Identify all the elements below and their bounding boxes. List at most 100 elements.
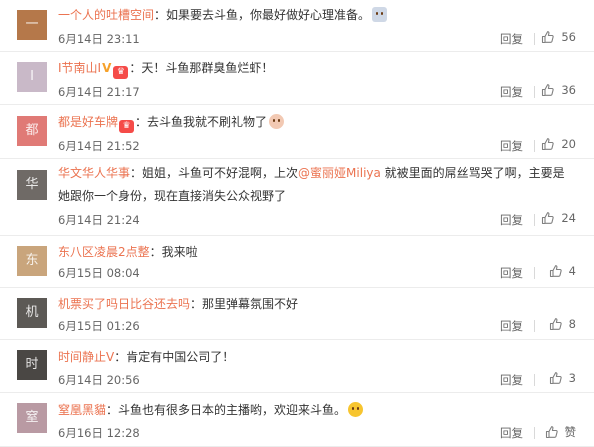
colon-separator: ：: [129, 61, 142, 75]
avatar-initial: 华: [25, 177, 39, 192]
thumbs-up-icon: [549, 265, 562, 278]
thumbs-up-icon: [549, 318, 562, 331]
username-link[interactable]: 窒凰黑貓: [58, 403, 106, 417]
avatar[interactable]: 一: [17, 10, 47, 40]
like-count: 24: [561, 211, 576, 225]
avatar[interactable]: 窒: [17, 403, 47, 433]
reply-button[interactable]: 回复: [500, 318, 523, 334]
colon-separator: ：: [190, 297, 203, 311]
comment-text: 华文华人华事：姐姐，斗鱼可不好混啊，上次@蜜丽娅Miliya 就被里面的屌丝骂哭…: [58, 162, 576, 208]
avatar-initial: 一: [25, 17, 39, 32]
reply-button[interactable]: 回复: [500, 31, 523, 47]
like-button[interactable]: 3: [549, 371, 576, 385]
comment-timestamp: 6月14日 21:17: [58, 85, 140, 99]
colon-separator: ：: [114, 350, 127, 364]
reply-button[interactable]: 回复: [500, 212, 523, 228]
thumbs-up-icon: [542, 138, 555, 151]
username-link[interactable]: I节南山I: [58, 61, 101, 75]
comment-item: 机 机票买了吗日比谷还去吗：那里弹幕氛围不好 6月15日 01:26 回复 8: [0, 288, 594, 340]
person-emoji-icon: [372, 7, 388, 22]
like-count: 56: [561, 30, 576, 44]
avatar[interactable]: 华: [17, 170, 47, 200]
comment-content: 斗鱼也有很多日本的主播哟，欢迎来斗鱼。: [118, 403, 347, 417]
comment-text: 机票买了吗日比谷还去吗：那里弹幕氛围不好: [58, 293, 576, 316]
colon-separator: ：: [106, 403, 119, 417]
divider: [534, 214, 535, 226]
avatar-initial: 东: [25, 253, 39, 268]
comment-timestamp: 6月14日 21:52: [58, 139, 140, 153]
avatar[interactable]: 时: [17, 350, 47, 380]
reply-button[interactable]: 回复: [500, 265, 523, 281]
avatar-initial: 窒: [25, 410, 39, 425]
mention-link[interactable]: @蜜丽娅Miliya: [298, 166, 381, 180]
username-link[interactable]: 东八区凌晨2点整: [58, 245, 150, 259]
divider: [534, 427, 535, 439]
avatar-initial: 机: [25, 305, 39, 320]
like-button[interactable]: 20: [541, 137, 576, 151]
colon-separator: ：: [130, 166, 143, 180]
vip-badge-icon[interactable]: ♛: [113, 66, 129, 79]
username-link[interactable]: 都是好车牌: [58, 115, 118, 129]
comment-item: 东 东八区凌晨2点整：我来啦 6月15日 08:04 回复 4: [0, 236, 594, 288]
avatar[interactable]: 东: [17, 246, 47, 276]
divider: [534, 86, 535, 98]
colon-separator: ：: [154, 8, 167, 22]
like-count: 20: [561, 137, 576, 151]
comment-text: 都是好车牌 ♛ ：去斗鱼我就不刷礼物了: [58, 111, 576, 134]
username-link[interactable]: 时间静止V: [58, 350, 114, 364]
reply-button[interactable]: 回复: [500, 84, 523, 100]
avatar-initial: I: [30, 69, 34, 84]
comment-timestamp: 6月14日 21:24: [58, 213, 140, 227]
avatar[interactable]: 机: [17, 298, 47, 328]
comment-item: 一 一个人的吐槽空间：如果要去斗鱼，你最好做好心理准备。 6月14日 23:11 回复…: [0, 0, 594, 52]
thumbs-up-icon: [545, 426, 558, 439]
comment-content: 那里弹幕氛围不好: [202, 297, 299, 311]
comment-text: 一个人的吐槽空间：如果要去斗鱼，你最好做好心理准备。: [58, 4, 576, 27]
thumbs-up-icon: [542, 212, 555, 225]
thumbs-up-icon: [549, 372, 562, 385]
like-count: 赞: [564, 425, 577, 439]
rabbit-emoji-icon: [269, 114, 285, 129]
comment-item: 都 都是好车牌 ♛ ：去斗鱼我就不刷礼物了 6月14日 21:52 回复 20: [0, 105, 594, 159]
comment-content: 天！斗鱼那群臭鱼烂虾！: [141, 61, 274, 75]
comment-text: 窒凰黑貓：斗鱼也有很多日本的主播哟，欢迎来斗鱼。: [58, 399, 576, 422]
comment-timestamp: 6月16日 12:28: [58, 426, 140, 440]
thumbs-up-icon: [542, 31, 555, 44]
like-button[interactable]: 36: [541, 83, 576, 97]
vip-badge-icon[interactable]: ♛: [119, 120, 135, 133]
divider: [534, 374, 535, 386]
avatar-initial: 时: [25, 357, 39, 372]
comment-content: 去斗鱼我就不刷礼物了: [147, 115, 268, 129]
comment-content: 我来啦: [161, 245, 198, 259]
like-count: 3: [568, 371, 576, 385]
smile-emoji-icon: [348, 402, 364, 417]
comment-timestamp: 6月14日 20:56: [58, 373, 140, 387]
reply-button[interactable]: 回复: [500, 425, 523, 441]
colon-separator: ：: [135, 115, 148, 129]
avatar[interactable]: I: [17, 62, 47, 92]
reply-button[interactable]: 回复: [500, 372, 523, 388]
comment-content: 如果要去斗鱼，你最好做好心理准备。: [166, 8, 371, 22]
like-count: 8: [568, 317, 576, 331]
comment-item: 华 华文华人华事：姐姐，斗鱼可不好混啊，上次@蜜丽娅Miliya 就被里面的屌丝骂…: [0, 159, 594, 236]
like-button[interactable]: 24: [541, 211, 576, 225]
divider: [534, 267, 535, 279]
like-count: 36: [561, 83, 576, 97]
like-button[interactable]: 56: [541, 30, 576, 44]
divider: [534, 320, 535, 332]
verified-v-icon: V: [102, 61, 112, 75]
username-link[interactable]: 一个人的吐槽空间: [58, 8, 154, 22]
comment-timestamp: 6月15日 08:04: [58, 266, 140, 280]
comment-item: I I节南山IV ♛ ：天！斗鱼那群臭鱼烂虾！ 6月14日 21:17 回复 36: [0, 52, 594, 105]
reply-button[interactable]: 回复: [500, 138, 523, 154]
like-button[interactable]: 4: [549, 264, 576, 278]
thumbs-up-icon: [542, 84, 555, 97]
like-button[interactable]: 赞: [545, 424, 577, 440]
like-button[interactable]: 8: [549, 317, 576, 331]
comment-content: 姐姐，斗鱼可不好混啊，上次: [142, 166, 299, 180]
username-link[interactable]: 机票买了吗日比谷还去吗: [58, 297, 190, 311]
avatar[interactable]: 都: [17, 116, 47, 146]
username-link[interactable]: 华文华人华事: [58, 166, 130, 180]
comment-timestamp: 6月15日 01:26: [58, 319, 140, 333]
comment-text: 东八区凌晨2点整：我来啦: [58, 241, 576, 264]
